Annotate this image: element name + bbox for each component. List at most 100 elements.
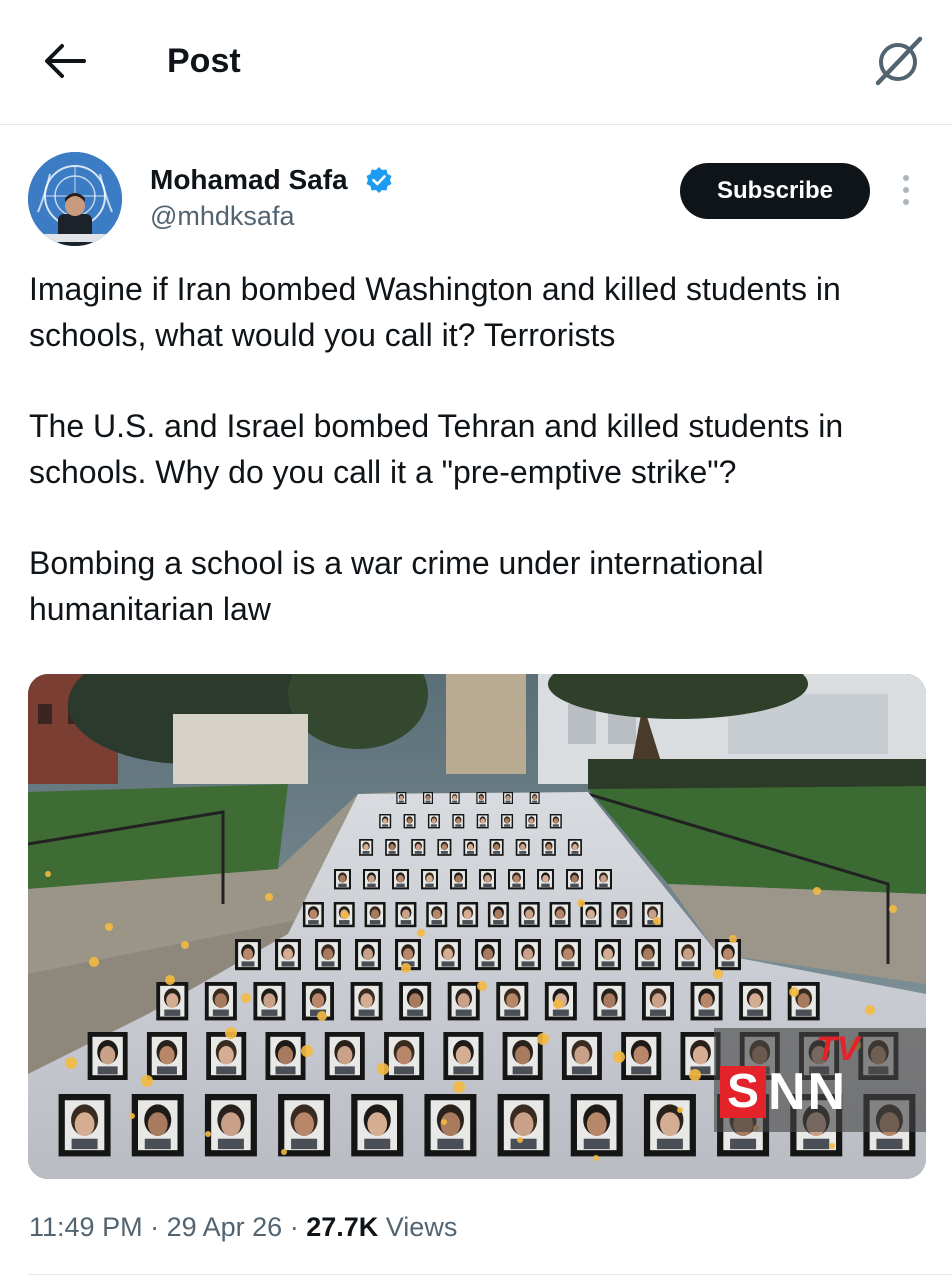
snn-tv-watermark: TV S NN (714, 1028, 926, 1132)
candle-light (537, 1033, 549, 1045)
arrow-left-icon (45, 44, 86, 78)
candle-light (789, 987, 799, 997)
candle-light (593, 1155, 599, 1161)
portrait-frame (487, 902, 509, 928)
post-paragraph: The U.S. and Israel bombed Tehran and ki… (29, 408, 844, 490)
candle-light (281, 1149, 287, 1155)
portrait-frame (278, 1094, 331, 1157)
divider (28, 1274, 952, 1275)
portrait-frame (561, 1032, 602, 1080)
candle-light (265, 893, 273, 901)
portrait-frame (87, 1032, 128, 1080)
portrait-frame (350, 982, 383, 1021)
portrait-frame (395, 902, 417, 928)
watermark-nn: NN (768, 1063, 848, 1121)
portrait-frame (518, 902, 540, 928)
portrait-frame (593, 982, 626, 1021)
post-media-image[interactable]: TV S NN (28, 674, 926, 1179)
portrait-frame (359, 839, 374, 856)
portrait-frame (265, 1032, 306, 1080)
portrait-frame (427, 814, 440, 829)
portrait-frame (379, 814, 392, 829)
portrait-frame (463, 839, 478, 856)
post-paragraph: Bombing a school is a war crime under in… (29, 545, 764, 627)
portrait-frame (392, 869, 409, 890)
subscribe-button[interactable]: Subscribe (680, 163, 870, 219)
candle-light (729, 935, 737, 943)
views-count[interactable]: 27.7K (306, 1212, 378, 1242)
portrait-frame (475, 939, 501, 971)
portrait-frame (275, 939, 301, 971)
portrait-frame (611, 902, 633, 928)
portrait-frame (515, 939, 541, 971)
portrait-frame (541, 839, 556, 856)
more-options-button[interactable] (896, 170, 916, 214)
portrait-frame (351, 1094, 404, 1157)
author-handle[interactable]: @mhdksafa (150, 201, 294, 232)
portrait-frame (537, 869, 554, 890)
portrait-frame (690, 982, 723, 1021)
candle-light (653, 917, 661, 925)
portrait-frame (595, 939, 621, 971)
candle-light (865, 1005, 875, 1015)
portrait-frame (508, 869, 525, 890)
portrait-frame (396, 792, 407, 804)
portrait-frame (567, 839, 582, 856)
back-button[interactable] (40, 38, 90, 84)
candle-light (301, 1045, 313, 1057)
candle-light (105, 923, 113, 931)
meta-separator: · (289, 1212, 307, 1242)
portrait-frame (324, 1032, 365, 1080)
portrait-frame (503, 792, 513, 804)
portrait-frame (204, 982, 237, 1021)
portrait-frame (515, 839, 530, 856)
portrait-frame (643, 1094, 696, 1157)
post-text: Imagine if Iran bombed Washington and ki… (29, 266, 929, 677)
portrait-frame (411, 839, 426, 856)
portrait-frame (399, 982, 432, 1021)
portrait-frame (443, 1032, 484, 1080)
candle-light (577, 899, 585, 907)
portrait-frame (206, 1032, 247, 1080)
portrait-frame (364, 902, 386, 928)
portrait-frame (675, 939, 701, 971)
portrait-frame (621, 1032, 662, 1080)
portrait-frame (479, 869, 496, 890)
portrait-frame (502, 1032, 543, 1080)
portrait-frame (635, 939, 661, 971)
portrait-frame (447, 982, 480, 1021)
grok-button[interactable] (870, 33, 926, 89)
candle-light (141, 1075, 153, 1087)
avatar[interactable] (28, 152, 122, 246)
portrait-frame (496, 982, 529, 1021)
candle-light (813, 887, 821, 895)
candle-light (677, 1107, 683, 1113)
grok-slash-icon (875, 36, 923, 86)
portrait-frame (58, 1094, 111, 1157)
portrait-frame (476, 792, 487, 804)
portrait-frame (235, 939, 261, 971)
portrait-frame (156, 982, 189, 1021)
more-vertical-icon (903, 175, 909, 205)
views-label[interactable]: Views (386, 1212, 458, 1242)
candle-light (317, 1011, 327, 1021)
candle-light (401, 963, 411, 973)
candle-light (453, 1081, 465, 1093)
post-time: 11:49 PM (29, 1212, 143, 1242)
portrait-frame (549, 902, 571, 928)
portrait-frame (476, 814, 489, 829)
candle-light (45, 871, 51, 877)
portrait-frame (385, 839, 400, 856)
candle-light (65, 1057, 77, 1069)
post-paragraph: Imagine if Iran bombed Washington and ki… (29, 271, 841, 353)
portrait-frame (566, 869, 583, 890)
portrait-frame (334, 869, 351, 890)
candle-light (441, 1119, 447, 1125)
candle-light (829, 1143, 835, 1149)
candle-light (165, 975, 175, 985)
author-name[interactable]: Mohamad Safa (150, 164, 348, 196)
portrait-frame (457, 902, 479, 928)
portrait-frame (595, 869, 612, 890)
portrait-frame (715, 939, 741, 971)
portrait-frame (204, 1094, 257, 1157)
